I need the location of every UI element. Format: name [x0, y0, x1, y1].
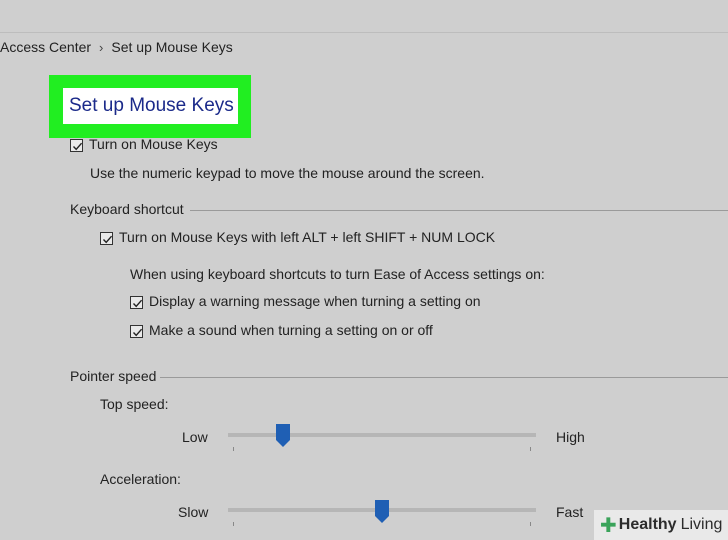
top-speed-tick-min — [233, 447, 234, 451]
top-speed-slider-track[interactable] — [228, 433, 536, 437]
sound-label[interactable]: Make a sound when turning a setting on o… — [149, 322, 433, 338]
watermark-brand-bold: Healthy — [618, 516, 677, 533]
breadcrumb-current: Set up Mouse Keys — [111, 39, 233, 55]
page-title: Set up Mouse Keys — [69, 95, 234, 116]
keyboard-shortcut-group-label: Keyboard shortcut — [70, 201, 184, 217]
checkmark-icon — [102, 235, 113, 244]
acceleration-min-label: Slow — [178, 504, 209, 520]
acceleration-slider-thumb[interactable] — [375, 500, 389, 528]
shortcut-info-text: When using keyboard shortcuts to turn Ea… — [130, 266, 545, 282]
top-speed-max-label: High — [556, 429, 585, 445]
turn-on-mouse-keys-checkbox[interactable] — [70, 139, 83, 152]
acceleration-tick-max — [530, 522, 531, 526]
top-speed-min-label: Low — [182, 429, 208, 445]
checkmark-icon — [72, 142, 83, 151]
breadcrumb: Access Center › Set up Mouse Keys — [0, 37, 233, 57]
pointer-speed-group-line — [160, 377, 728, 378]
turn-on-mouse-keys-label[interactable]: Turn on Mouse Keys — [89, 136, 218, 152]
breadcrumb-parent[interactable]: Access Center — [0, 39, 91, 55]
acceleration-label: Acceleration: — [100, 471, 181, 487]
top-divider — [0, 32, 728, 33]
shortcut-checkbox[interactable] — [100, 232, 113, 245]
checkmark-icon — [132, 328, 143, 337]
top-speed-slider-thumb[interactable] — [276, 424, 291, 452]
healthy-living-watermark: ✚ Healthy Living — [594, 510, 728, 540]
keyboard-shortcut-group-line — [190, 210, 728, 211]
warning-label[interactable]: Display a warning message when turning a… — [149, 293, 481, 309]
checkmark-icon — [132, 299, 143, 308]
page-title-box: Set up Mouse Keys — [63, 88, 238, 124]
top-speed-tick-max — [530, 447, 531, 451]
mouse-keys-description: Use the numeric keypad to move the mouse… — [90, 165, 485, 181]
acceleration-max-label: Fast — [556, 504, 584, 520]
watermark-brand-light: Living — [680, 516, 723, 533]
chevron-right-icon: › — [99, 39, 104, 55]
pointer-speed-group-label: Pointer speed — [70, 368, 157, 384]
shortcut-label[interactable]: Turn on Mouse Keys with left ALT + left … — [119, 229, 495, 245]
plus-cross-icon: ✚ — [600, 514, 617, 537]
top-speed-label: Top speed: — [100, 396, 169, 412]
acceleration-tick-min — [233, 522, 234, 526]
warning-checkbox[interactable] — [130, 296, 143, 309]
sound-checkbox[interactable] — [130, 325, 143, 338]
